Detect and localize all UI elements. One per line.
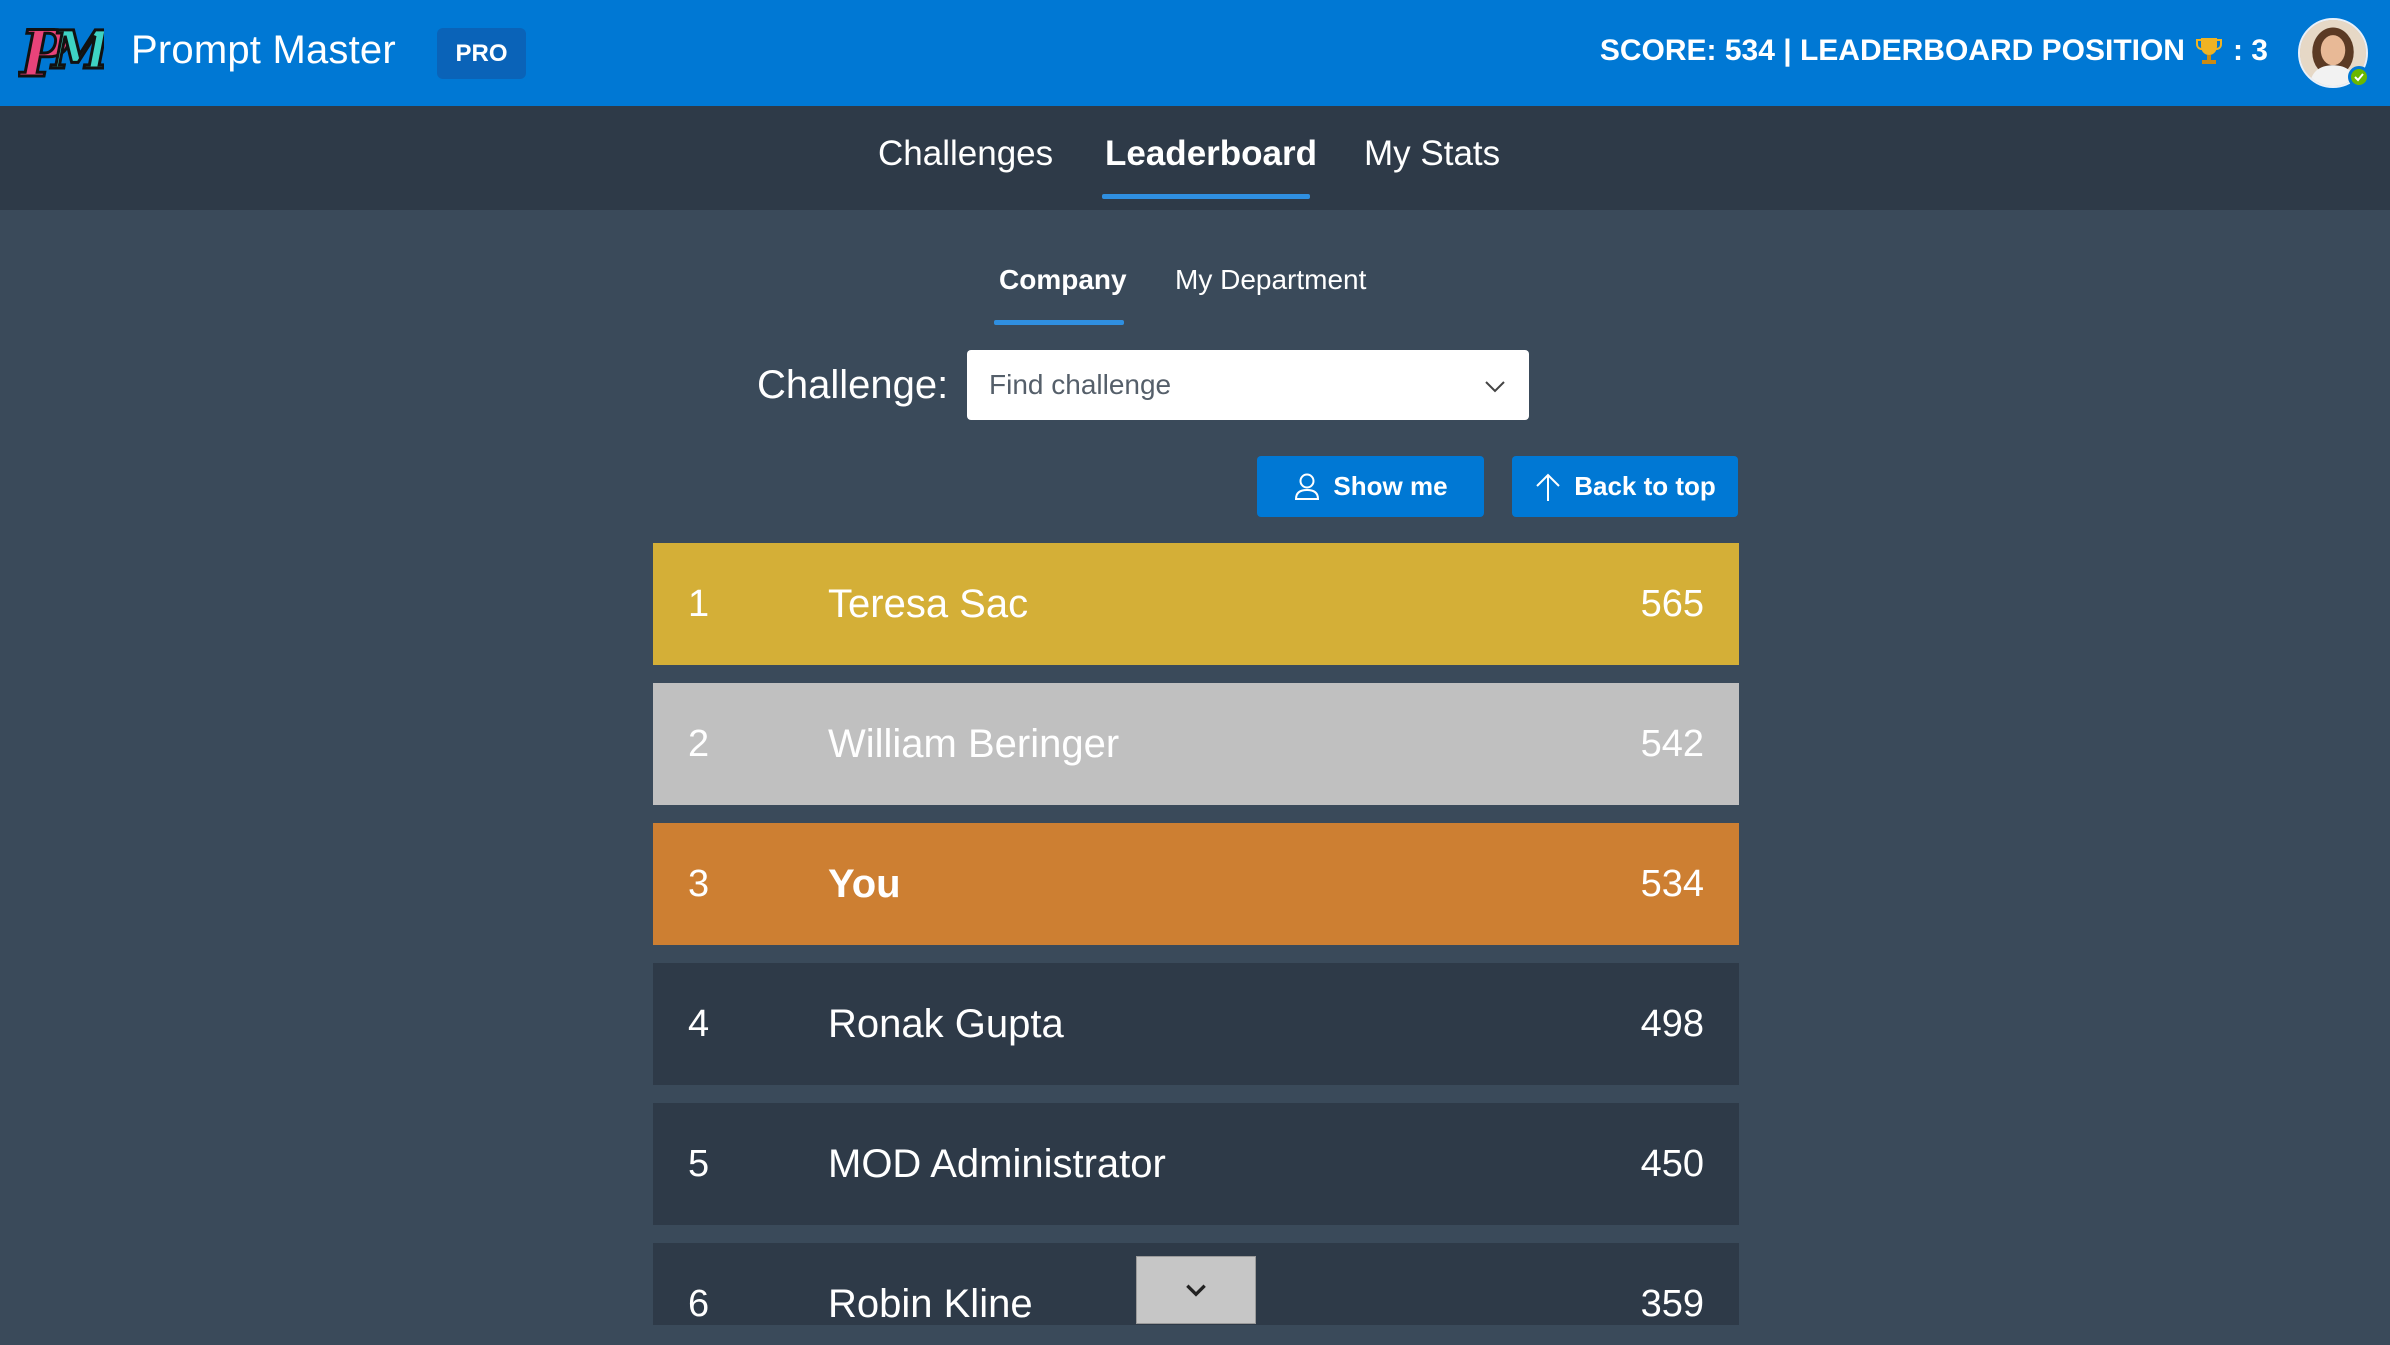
challenge-dropdown[interactable]: Find challenge	[967, 350, 1529, 420]
app-title: Prompt Master	[131, 28, 396, 72]
viewport-clip	[0, 1325, 2390, 1345]
leaderboard-row-current-user[interactable]: 3 You 534	[653, 823, 1739, 945]
player-name: Ronak Gupta	[828, 1001, 1064, 1046]
player-score: 565	[1640, 582, 1704, 625]
leaderboard-row[interactable]: 5 MOD Administrator 450	[653, 1103, 1739, 1225]
position-text: : 3	[2232, 34, 2268, 67]
scroll-down-button[interactable]	[1136, 1256, 1256, 1324]
trophy-icon	[2195, 36, 2223, 66]
back-to-top-label: Back to top	[1574, 471, 1716, 501]
challenge-label: Challenge:	[757, 363, 949, 407]
player-name: Teresa Sac	[828, 581, 1029, 626]
player-name: MOD Administrator	[828, 1141, 1166, 1186]
player-name: William Beringer	[828, 721, 1120, 766]
rank-number: 3	[688, 862, 710, 905]
person-icon	[1295, 473, 1320, 500]
main-nav: Challenges Leaderboard My Stats	[0, 106, 2390, 210]
leaderboard-row[interactable]: 4 Ronak Gupta 498	[653, 963, 1739, 1085]
score-summary: SCORE: 534 | LEADERBOARD POSITION : 3	[1600, 34, 2268, 68]
arrow-up-icon	[1536, 473, 1560, 501]
leaderboard-row[interactable]: 1 Teresa Sac 565	[653, 543, 1739, 665]
player-score: 450	[1640, 1142, 1704, 1185]
subtab-my-department[interactable]: My Department	[1175, 264, 1366, 296]
subtab-company[interactable]: Company	[999, 264, 1127, 296]
player-score: 498	[1640, 1002, 1704, 1045]
player-name: Robin Kline	[828, 1281, 1033, 1326]
player-score: 534	[1640, 862, 1704, 905]
rank-number: 5	[688, 1142, 710, 1185]
rank-number: 6	[688, 1282, 710, 1325]
challenge-dropdown-placeholder: Find challenge	[989, 369, 1172, 400]
score-text: SCORE: 534 | LEADERBOARD POSITION	[1599, 34, 2185, 67]
tab-challenges[interactable]: Challenges	[878, 134, 1053, 174]
svg-text:M: M	[50, 20, 104, 81]
chevron-down-icon	[1483, 373, 1507, 397]
rank-number: 2	[688, 722, 710, 765]
presence-available-icon	[2348, 66, 2370, 88]
player-score: 542	[1640, 722, 1704, 765]
back-to-top-button[interactable]: Back to top	[1512, 456, 1738, 517]
player-name: You	[828, 861, 901, 906]
pro-badge: PRO	[437, 28, 526, 79]
app-logo-icon[interactable]: P M	[17, 10, 113, 96]
active-subtab-indicator	[994, 320, 1124, 325]
player-score: 359	[1640, 1282, 1704, 1325]
rank-number: 1	[688, 582, 710, 625]
chevron-down-icon	[1186, 1284, 1206, 1297]
tab-leaderboard[interactable]: Leaderboard	[1105, 134, 1317, 174]
leaderboard-row[interactable]: 2 William Beringer 542	[653, 683, 1739, 805]
show-me-label: Show me	[1333, 471, 1448, 501]
tab-my-stats[interactable]: My Stats	[1364, 134, 1500, 174]
app-header: P M Prompt Master PRO SCORE: 534 | LEADE…	[0, 0, 2390, 106]
rank-number: 4	[688, 1002, 710, 1045]
show-me-button[interactable]: Show me	[1257, 456, 1484, 517]
active-tab-indicator	[1102, 194, 1310, 199]
